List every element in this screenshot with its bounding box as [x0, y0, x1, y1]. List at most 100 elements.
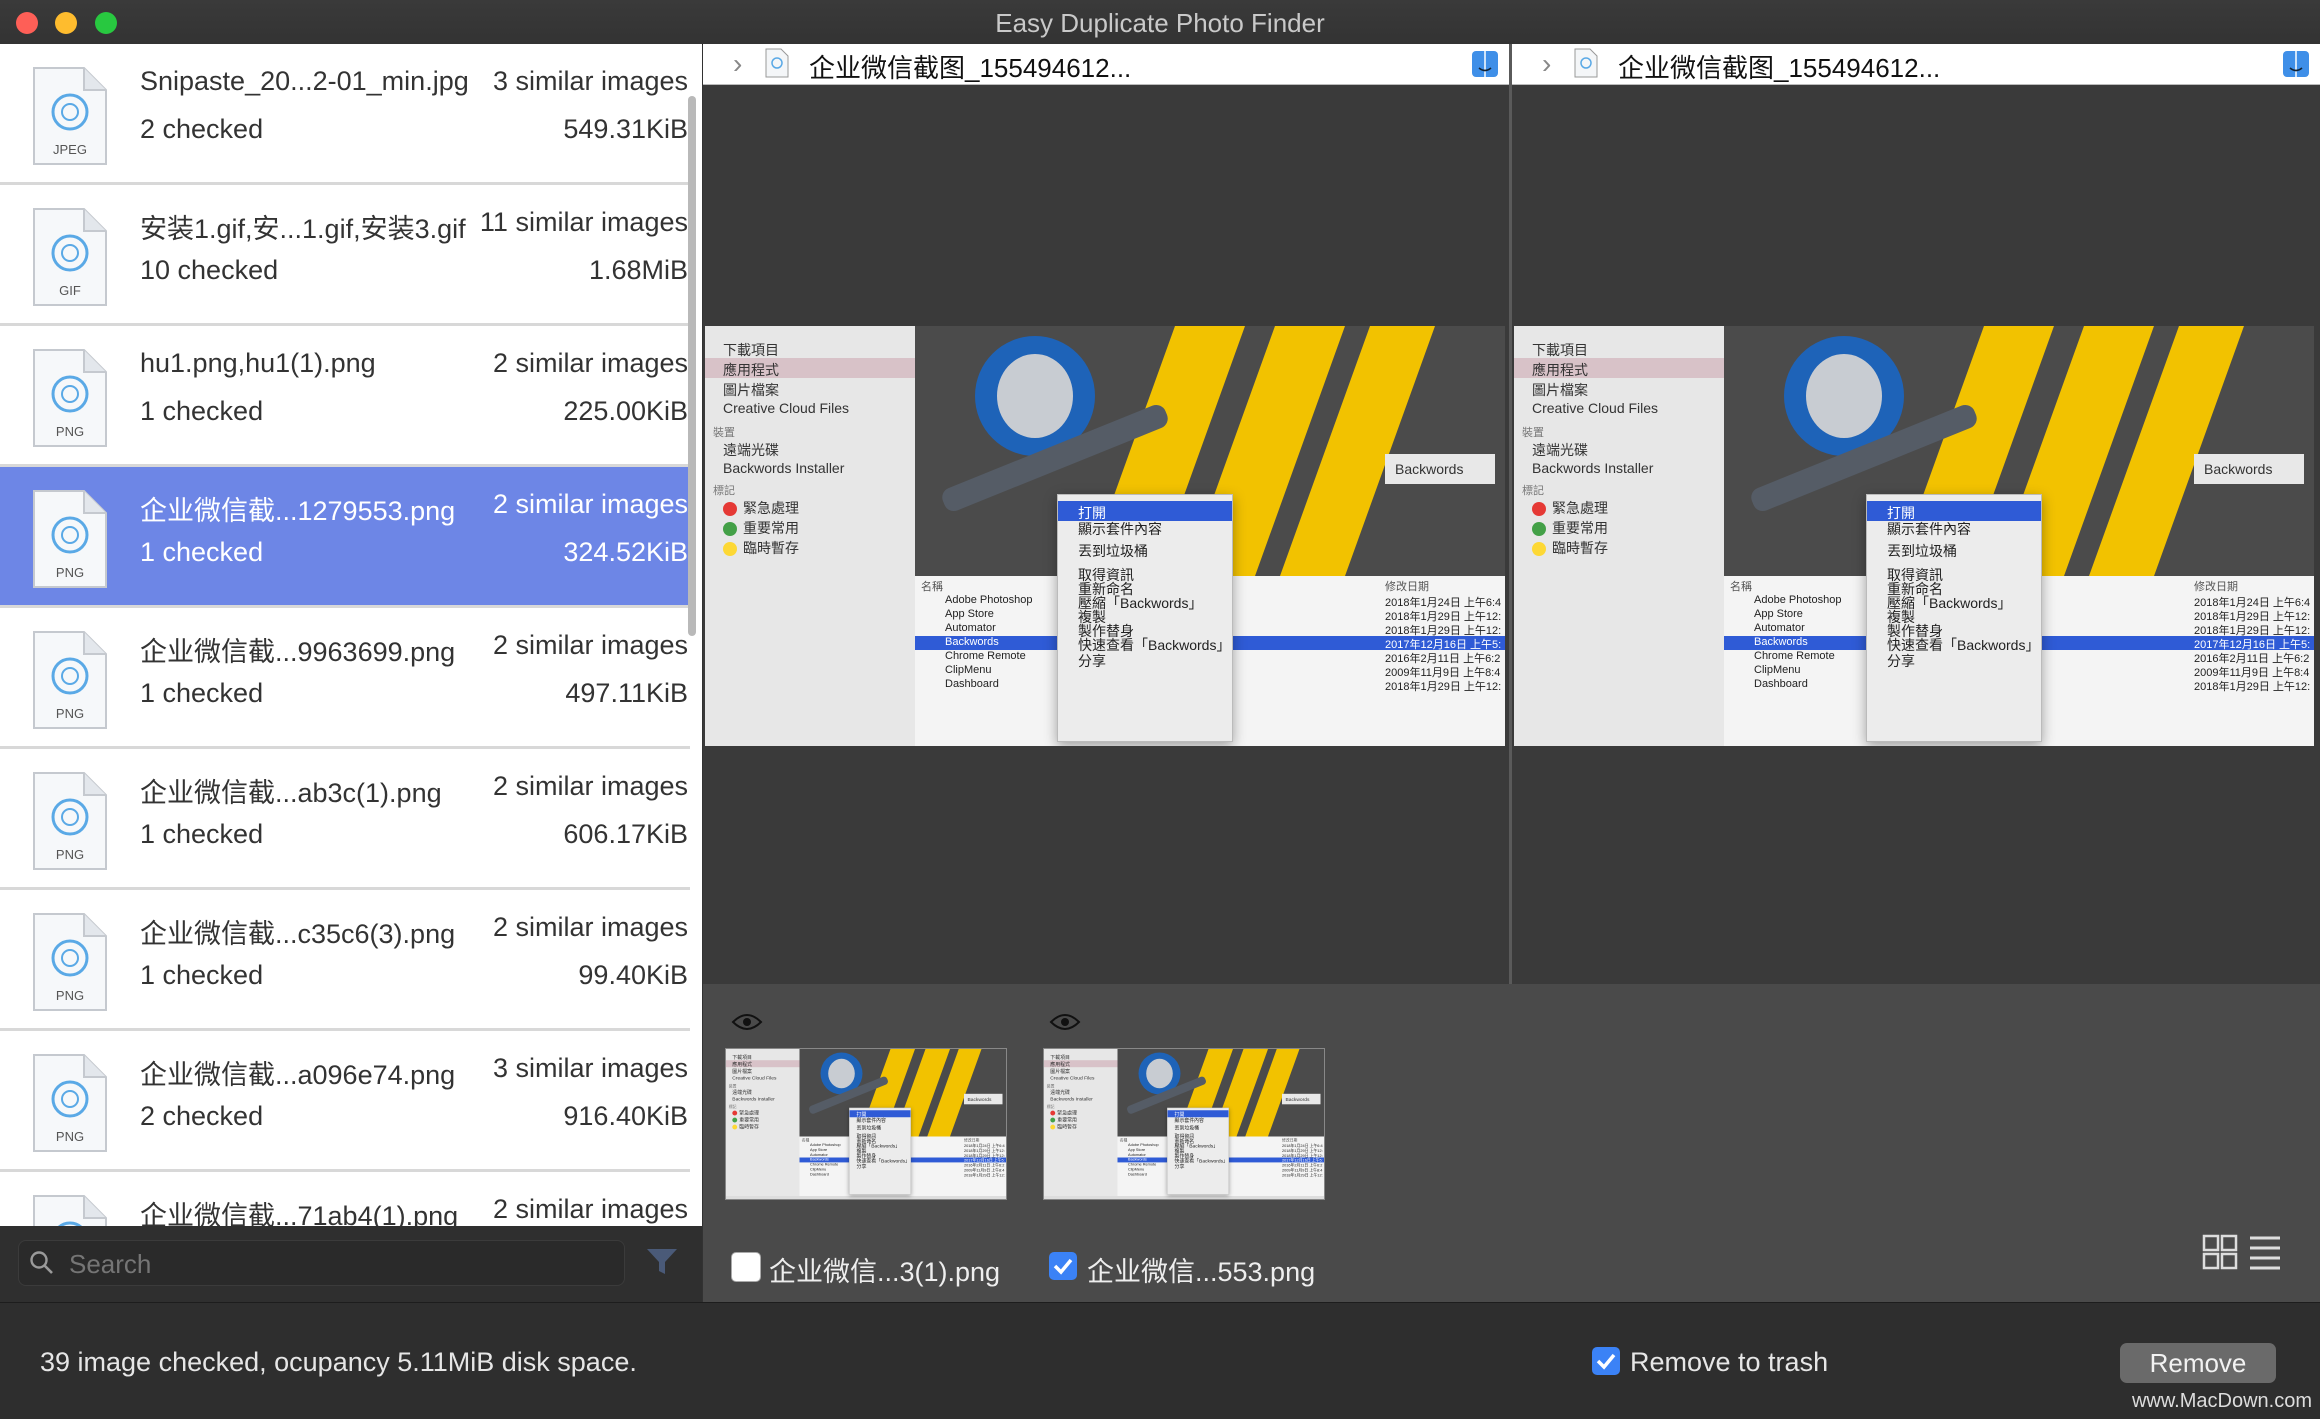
checked-count: 1 checked — [140, 819, 264, 849]
preview-sidebar-item: 臨時暫存 — [1050, 1123, 1077, 1130]
image-preview[interactable]: 下載項目 應用程式 圖片檔案 Creative Cloud Files 裝置 遠端光碟 Ba… — [1514, 326, 2314, 746]
group-file-name: 企业微信截...1279553.png — [140, 496, 456, 526]
preview-eye-icon[interactable] — [731, 1012, 763, 1032]
remove-button[interactable]: Remove — [2120, 1343, 2276, 1383]
similar-count: 2 similar images — [492, 348, 688, 378]
preview-sidebar-item: 應用程式 — [723, 362, 779, 378]
tag-color-dot — [1050, 1110, 1056, 1116]
view-mode-toggle[interactable] — [2202, 1232, 2282, 1272]
duplicate-group-row[interactable]: PNG 企业微信截...c35c6(3).png 2 similar image… — [0, 890, 690, 1031]
remove-to-trash-checkbox[interactable] — [1592, 1347, 1620, 1375]
preview-pane-right: › 企业微信截图_155494612... 下載項目 應用程式 圖片檔案 Creati… — [1512, 44, 2320, 984]
thumbnail-checkbox[interactable] — [731, 1252, 761, 1282]
context-menu-item: 顯示套件內容 — [1887, 521, 1971, 537]
grid-view-icon — [2202, 1234, 2238, 1270]
preview-sidebar-item: Creative Cloud Files — [732, 1074, 777, 1081]
preview-sidebar-item: 下載項目 — [1050, 1054, 1070, 1061]
preview-sidebar-item: 臨時暫存 — [723, 538, 799, 558]
preview-context-menu: 打開 顯示套件內容 丟到垃圾桶 取得資訊 重新命名 壓縮「Backwords」 複製 製作替身… — [1866, 494, 2042, 742]
search-field[interactable] — [18, 1240, 625, 1286]
thumbnail-checkbox[interactable] — [1049, 1252, 1077, 1280]
chevron-right-icon: › — [1542, 48, 1552, 79]
preview-sidebar-item: 圖片檔案 — [732, 1068, 752, 1075]
preview-sidebar-item: 緊急處理 — [1532, 498, 1608, 518]
group-size: 497.11KiB — [565, 678, 688, 708]
preview-sidebar-item: Creative Cloud Files — [723, 400, 850, 416]
group-file-name: 企业微信截...71ab4(1).png — [140, 1201, 459, 1226]
path-bar: › 企业微信截图_155494612... — [703, 44, 1509, 85]
svg-text:PNG: PNG — [56, 988, 84, 1003]
group-file-name: 企业微信截...9963699.png — [140, 637, 456, 667]
search-input[interactable] — [67, 1246, 611, 1282]
similar-image-thumbnail[interactable]: 下載項目 應用程式 圖片檔案 Creative Cloud Files 裝置 遠端光碟 Ba… — [725, 1048, 1007, 1200]
preview-sidebar-item: Creative Cloud Files — [1050, 1074, 1095, 1081]
similar-count: 2 similar images — [492, 630, 688, 660]
filter-icon[interactable] — [645, 1246, 679, 1278]
svg-text:JPEG: JPEG — [53, 142, 87, 157]
file-type-icon: PNG — [30, 348, 108, 448]
svg-text:Backwords: Backwords — [1395, 461, 1463, 477]
tag-color-dot — [1532, 542, 1546, 557]
svg-text:PNG: PNG — [56, 424, 84, 439]
context-menu-item: 分享 — [856, 1163, 867, 1170]
thumbnail-file-name: 企业微信...3(1).png — [769, 1257, 1001, 1287]
similar-count: 3 similar images — [492, 66, 688, 96]
preview-sidebar-item: 圖片檔案 — [723, 382, 779, 398]
checked-count: 1 checked — [140, 678, 264, 708]
image-file-icon: PNG — [33, 1054, 107, 1152]
preview-pane-left: › 企业微信截图_155494612... 下載項目 應用程式 圖片檔案 Creati… — [703, 44, 1509, 984]
duplicate-group-row[interactable]: PNG 企业微信截...1279553.png 2 similar images… — [0, 467, 690, 608]
context-menu-item: 丟到垃圾桶 — [856, 1124, 882, 1131]
preview-eye-icon[interactable] — [1049, 1012, 1081, 1032]
reveal-in-finder-icon[interactable] — [1471, 50, 1499, 78]
duplicate-group-row[interactable]: PNG 企业微信截...a096e74.png 3 similar images… — [0, 1031, 690, 1172]
context-menu-item: 顯示套件內容 — [1174, 1117, 1204, 1123]
duplicate-group-row[interactable]: PNG hu1.png,hu1(1).png 2 similar images … — [0, 326, 690, 467]
preview-sidebar-item: 應用程式 — [1050, 1061, 1070, 1068]
preview-sidebar-item: Backwords Installer — [1532, 460, 1654, 476]
group-file-name: 企业微信截...ab3c(1).png — [140, 778, 442, 808]
status-summary: 39 image checked, ocupancy 5.11MiB disk … — [40, 1347, 637, 1377]
group-size: 1.68MiB — [588, 255, 688, 285]
list-scrollbar[interactable] — [688, 96, 696, 636]
duplicate-group-row[interactable]: PNG 企业微信截...71ab4(1).png 2 similar image… — [0, 1172, 690, 1226]
group-size: 225.00KiB — [563, 396, 688, 426]
path-file-name[interactable]: 企业微信截图_155494612... — [1618, 48, 1940, 85]
duplicate-group-list: JPEG Snipaste_20...2-01_min.jpg 3 simila… — [0, 44, 702, 1226]
checkmark-icon — [1596, 1353, 1616, 1370]
similar-count: 2 similar images — [492, 489, 688, 519]
preview-sidebar-item: 遠端光碟 — [723, 442, 779, 458]
duplicate-group-row[interactable]: PNG 企业微信截...ab3c(1).png 2 similar images… — [0, 749, 690, 890]
context-menu-item: 顯示套件內容 — [856, 1117, 886, 1123]
window-title: Easy Duplicate Photo Finder — [995, 8, 1325, 38]
group-file-name: 企业微信截...a096e74.png — [140, 1060, 456, 1090]
preview-sidebar-item: 緊急處理 — [723, 498, 799, 518]
preview-sidebar-item: 應用程式 — [1532, 362, 1588, 378]
image-file-icon: JPEG — [33, 67, 107, 165]
tag-color-dot — [1532, 522, 1546, 537]
preview-sidebar-item: 遠端光碟 — [732, 1089, 752, 1096]
preview-sidebar-item: 遠端光碟 — [1050, 1089, 1070, 1096]
checked-count: 2 checked — [140, 1101, 264, 1131]
similar-count: 11 similar images — [479, 207, 688, 237]
duplicate-group-row[interactable]: PNG 企业微信截...9963699.png 2 similar images… — [0, 608, 690, 749]
preview-sidebar-item: 裝置 — [713, 427, 735, 439]
path-file-name[interactable]: 企业微信截图_155494612... — [809, 48, 1131, 85]
duplicate-group-row[interactable]: GIF 安装1.gif,安...1.gif,安装3.gif 11 similar… — [0, 185, 690, 326]
png-file-icon — [765, 48, 789, 78]
preview-sidebar-item: 緊急處理 — [732, 1109, 759, 1116]
duplicate-group-row[interactable]: JPEG Snipaste_20...2-01_min.jpg 3 simila… — [0, 44, 690, 185]
svg-text:Backwords: Backwords — [1286, 1097, 1310, 1103]
reveal-in-finder-icon[interactable] — [2282, 50, 2310, 78]
context-menu-item: 顯示套件內容 — [1078, 521, 1162, 537]
svg-text:PNG: PNG — [56, 847, 84, 862]
tag-color-dot — [723, 502, 737, 517]
tag-color-dot — [723, 542, 737, 557]
file-type-icon: JPEG — [30, 66, 108, 166]
image-file-icon: PNG — [33, 349, 107, 447]
preview-sidebar-item: 臨時暫存 — [1532, 538, 1608, 558]
similar-image-thumbnail[interactable]: 下載項目 應用程式 圖片檔案 Creative Cloud Files 裝置 遠端光碟 Ba… — [1043, 1048, 1325, 1200]
preview-sidebar-item: Backwords Installer — [1050, 1095, 1093, 1102]
group-file-name: 安装1.gif,安...1.gif,安装3.gif — [140, 214, 466, 244]
image-preview[interactable]: 下載項目 應用程式 圖片檔案 Creative Cloud Files 裝置 遠端光碟 Ba… — [705, 326, 1505, 746]
